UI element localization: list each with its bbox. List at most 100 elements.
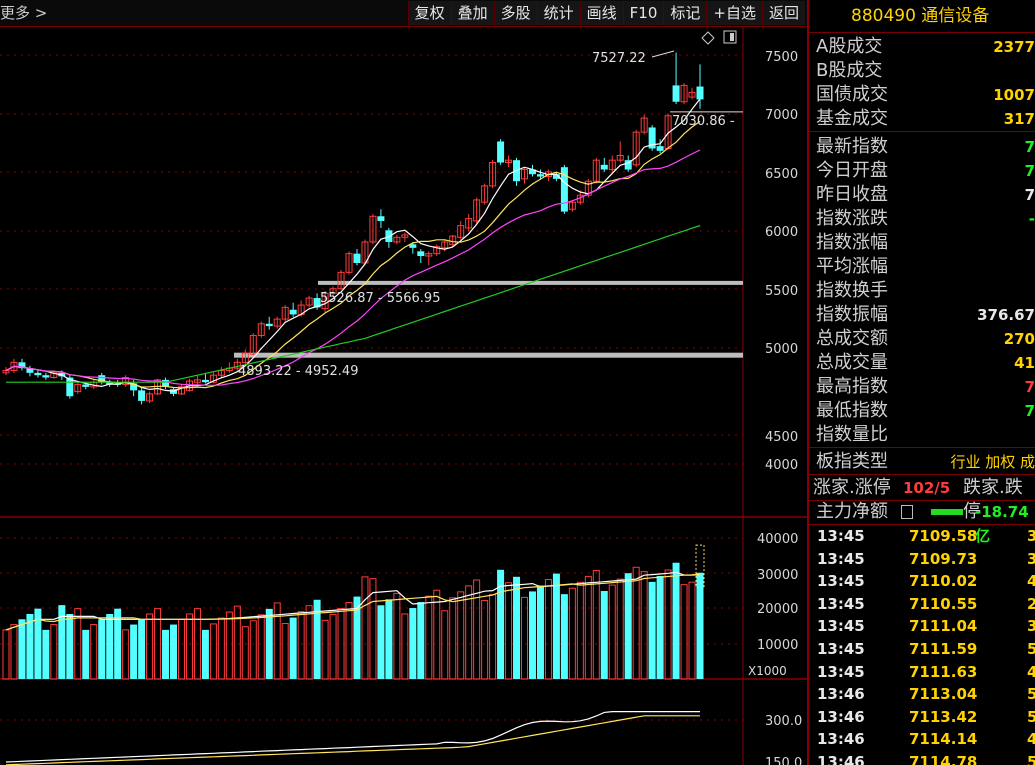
volume-bar-up [584,575,592,680]
sector-type-value[interactable]: 行业 加权 成 [950,450,1035,474]
candle-down [265,323,273,327]
tick-price: 7111.63 [909,662,978,681]
f10-button[interactable]: F10 [622,1,664,25]
tick-time: 13:46 [817,753,865,765]
tick-time: 13:45 [817,527,865,545]
info-row: 最低指数 7 [809,399,1035,423]
info-row-label: B股成交 [816,60,883,81]
volume-bar-up [568,587,576,680]
statistics-button[interactable]: 统计 [536,1,580,25]
tick-price: 7114.14 [909,730,978,749]
more-menu[interactable]: 更多 > [0,0,47,26]
volume-bar-up [680,584,688,680]
volume-bar-up [305,605,313,680]
sector-type-label: 板指类型 [816,451,888,472]
panel-divider-line [809,131,1035,132]
indicator-tick: 150.0 [765,756,802,765]
volume-bar-up [361,576,369,680]
tick-volume: 3 [1027,617,1035,636]
volume-bar-down [696,572,704,679]
tick-row: 13:46 7113.04 5 [809,683,1035,706]
tick-time: 13:46 [817,730,865,749]
volume-bar-down [560,594,568,679]
info-row-value: 7 [1024,402,1035,420]
tick-price: 7113.42 [909,707,978,726]
info-row: 总成交量 41 [809,351,1035,375]
volume-bar-down [106,613,114,679]
tick-row: 13:46 7114.78 5 [809,751,1035,765]
tick-time: 13:45 [817,662,865,681]
info-row-value: 376.67 [977,306,1035,324]
add-watchlist-button[interactable]: +自选 [706,1,762,25]
high-price-annotation: 7527.22 [592,51,646,66]
volume-bar-up [544,579,552,680]
volume-tick: 20000 [757,602,798,617]
mark-button[interactable]: 标记 [663,1,707,25]
chart-toolbar: 更多 > 复权 叠加 多股 统计 画线 F10 标记 +自选 返回 [0,0,807,27]
tick-row: 13:45 7110.02 4 [809,570,1035,593]
draw-line-button[interactable]: 画线 [579,1,623,25]
tick-volume: 5 [1027,707,1035,726]
candle-down [353,253,361,264]
diamond-icon[interactable] [701,31,715,45]
tick-price: 7109.73 [909,549,978,568]
info-row: 指数涨跌 - [809,207,1035,231]
volume-bar-up [449,597,457,680]
tick-row: 13:46 7114.14 4 [809,728,1035,751]
tick-row: 13:45 7109.58 3 [809,525,1035,548]
overlay-button[interactable]: 叠加 [450,1,494,25]
volume-bar-down [417,602,425,679]
tick-time: 13:45 [817,572,865,591]
price-tick: 4000 [765,458,798,473]
info-row-label: 今日开盘 [816,160,888,181]
tick-price: 7114.78 [909,753,978,765]
volume-bar-down [409,608,417,679]
volume-bar-up [592,569,600,680]
info-row-value: 2377 [993,38,1035,56]
upper-zone-label: 5526.87 - 5566.95 [320,291,440,306]
info-row: 总成交额 270 [809,327,1035,351]
info-row-label: 最低指数 [816,400,888,421]
tick-price: 7111.59 [909,640,978,658]
tick-volume: 5 [1027,753,1035,765]
info-row-value: 7 [1024,186,1035,204]
info-row-value: 41 [1014,354,1035,372]
price-tick: 5000 [765,342,798,357]
doc-icon[interactable] [901,505,913,519]
info-row-label: 国债成交 [816,84,888,105]
high-arrow [651,50,675,58]
tick-row: 13:45 7111.04 3 [809,615,1035,638]
tick-volume: 3 [1027,527,1035,545]
back-button[interactable]: 返回 [761,1,805,25]
volume-bar-up [241,626,249,680]
multi-stock-button[interactable]: 多股 [493,1,537,25]
info-row-value: 1007 [993,86,1035,104]
volume-bar-up [257,614,265,680]
info-row-label: 指数涨跌 [816,208,888,229]
volume-bar-down [600,591,608,679]
volume-bar-up [481,600,489,680]
volume-bar-down [162,629,170,679]
tick-volume: 3 [1027,549,1035,568]
info-row: 指数量比 [809,423,1035,447]
kline-chart[interactable]: 7500 7000 6500 6000 5500 5000 4500 4000 … [0,27,807,765]
volume-bar-down [385,599,393,679]
info-row-value: 7 [1024,162,1035,180]
candle-down [82,384,90,387]
ma20-line [5,149,701,386]
volume-bar-up [632,566,640,680]
rise-fall-row: 涨家.涨停 102/5 跌家.跌停 [809,476,1035,522]
net-flow-label: 主力净额 [816,501,888,522]
tick-row: 13:45 7111.59 5 [809,638,1035,661]
volume-bar-up [457,591,465,680]
candle-down [201,379,209,383]
info-row-label: 总成交量 [816,352,888,373]
panel-toggle-icon[interactable] [723,30,737,44]
panel-divider-line [809,447,1035,448]
tick-time: 13:45 [817,594,865,613]
tick-volume: 5 [1027,685,1035,704]
restore-rights-button[interactable]: 复权 [407,1,451,25]
info-row: 昨日收盘 7 [809,183,1035,207]
tick-time: 13:45 [817,640,865,658]
volume-bar-down [82,629,90,679]
